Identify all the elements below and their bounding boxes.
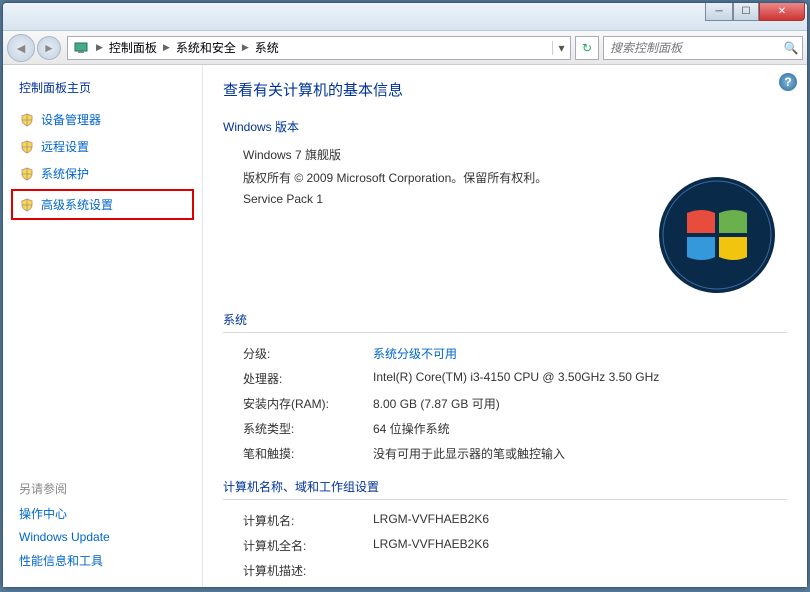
- seealso-windows-update[interactable]: Windows Update: [13, 526, 192, 548]
- ram-label: 安装内存(RAM):: [243, 395, 373, 412]
- edition-section: Windows 版本: [223, 114, 787, 139]
- shield-icon: [19, 197, 35, 213]
- chevron-right-icon: ▶: [240, 42, 251, 53]
- chevron-right-icon: ▶: [161, 42, 172, 53]
- page-title: 查看有关计算机的基本信息: [223, 79, 787, 100]
- titlebar: ─ ☐ ✕: [3, 3, 807, 31]
- cname-label: 计算机名:: [243, 512, 373, 529]
- sidebar-item-advanced[interactable]: 高级系统设置: [11, 189, 194, 220]
- pen-label: 笔和触摸:: [243, 445, 373, 462]
- cfull-value: LRGM-VVFHAEB2K6: [373, 537, 489, 554]
- sidebar-item-label: 设备管理器: [41, 111, 101, 128]
- ram-value: 8.00 GB (7.87 GB 可用): [373, 395, 500, 412]
- type-value: 64 位操作系统: [373, 420, 450, 437]
- shield-icon: [19, 166, 35, 182]
- name-section: 计算机名称、域和工作组设置: [223, 474, 787, 500]
- breadcrumb-leaf[interactable]: 系统: [251, 39, 283, 56]
- cname-value: LRGM-VVFHAEB2K6: [373, 512, 489, 529]
- toolbar: ◄ ► ▶ 控制面板 ▶ 系统和安全 ▶ 系统 ▾ ↻ 🔍: [3, 31, 807, 65]
- seealso-title: 另请参阅: [13, 476, 192, 501]
- sidebar-item-label: 远程设置: [41, 138, 89, 155]
- refresh-button[interactable]: ↻: [575, 36, 599, 60]
- breadcrumb-mid[interactable]: 系统和安全: [172, 39, 240, 56]
- cdesc-label: 计算机描述:: [243, 562, 373, 579]
- windows-logo-icon: [657, 175, 777, 295]
- sidebar-item-label: 高级系统设置: [41, 196, 113, 213]
- close-button[interactable]: ✕: [759, 3, 805, 21]
- edition-value: Windows 7 旗舰版: [243, 143, 787, 166]
- address-dropdown[interactable]: ▾: [552, 41, 570, 55]
- help-button[interactable]: ?: [779, 73, 797, 91]
- rating-label: 分级:: [243, 345, 373, 362]
- chevron-right-icon: ▶: [94, 42, 105, 53]
- seealso-performance[interactable]: 性能信息和工具: [13, 548, 192, 573]
- sidebar-item-label: 系统保护: [41, 165, 89, 182]
- system-icon: [72, 39, 90, 57]
- main-content: ? 查看有关计算机的基本信息 Windows 版本 Windows 7 旗舰版 …: [203, 65, 807, 587]
- search-icon: 🔍: [780, 41, 802, 55]
- sidebar-title: 控制面板主页: [13, 79, 192, 96]
- rating-value[interactable]: 系统分级不可用: [373, 345, 457, 362]
- sidebar-item-protection[interactable]: 系统保护: [13, 160, 192, 187]
- search-input[interactable]: [604, 41, 780, 55]
- system-section: 系统: [223, 307, 787, 333]
- sidebar-item-remote[interactable]: 远程设置: [13, 133, 192, 160]
- search-box[interactable]: 🔍: [603, 36, 803, 60]
- cfull-label: 计算机全名:: [243, 537, 373, 554]
- shield-icon: [19, 139, 35, 155]
- type-label: 系统类型:: [243, 420, 373, 437]
- maximize-button[interactable]: ☐: [733, 3, 759, 21]
- cpu-label: 处理器:: [243, 370, 373, 387]
- seealso-action-center[interactable]: 操作中心: [13, 501, 192, 526]
- address-bar[interactable]: ▶ 控制面板 ▶ 系统和安全 ▶ 系统 ▾: [67, 36, 571, 60]
- shield-icon: [19, 112, 35, 128]
- sidebar-item-device-manager[interactable]: 设备管理器: [13, 106, 192, 133]
- pen-value: 没有可用于此显示器的笔或触控输入: [373, 445, 565, 462]
- sidebar: 控制面板主页 设备管理器 远程设置 系统保护: [3, 65, 203, 587]
- cpu-value: Intel(R) Core(TM) i3-4150 CPU @ 3.50GHz …: [373, 370, 659, 387]
- forward-button[interactable]: ►: [37, 36, 61, 60]
- minimize-button[interactable]: ─: [705, 3, 733, 21]
- back-button[interactable]: ◄: [7, 34, 35, 62]
- breadcrumb-root[interactable]: 控制面板: [105, 39, 161, 56]
